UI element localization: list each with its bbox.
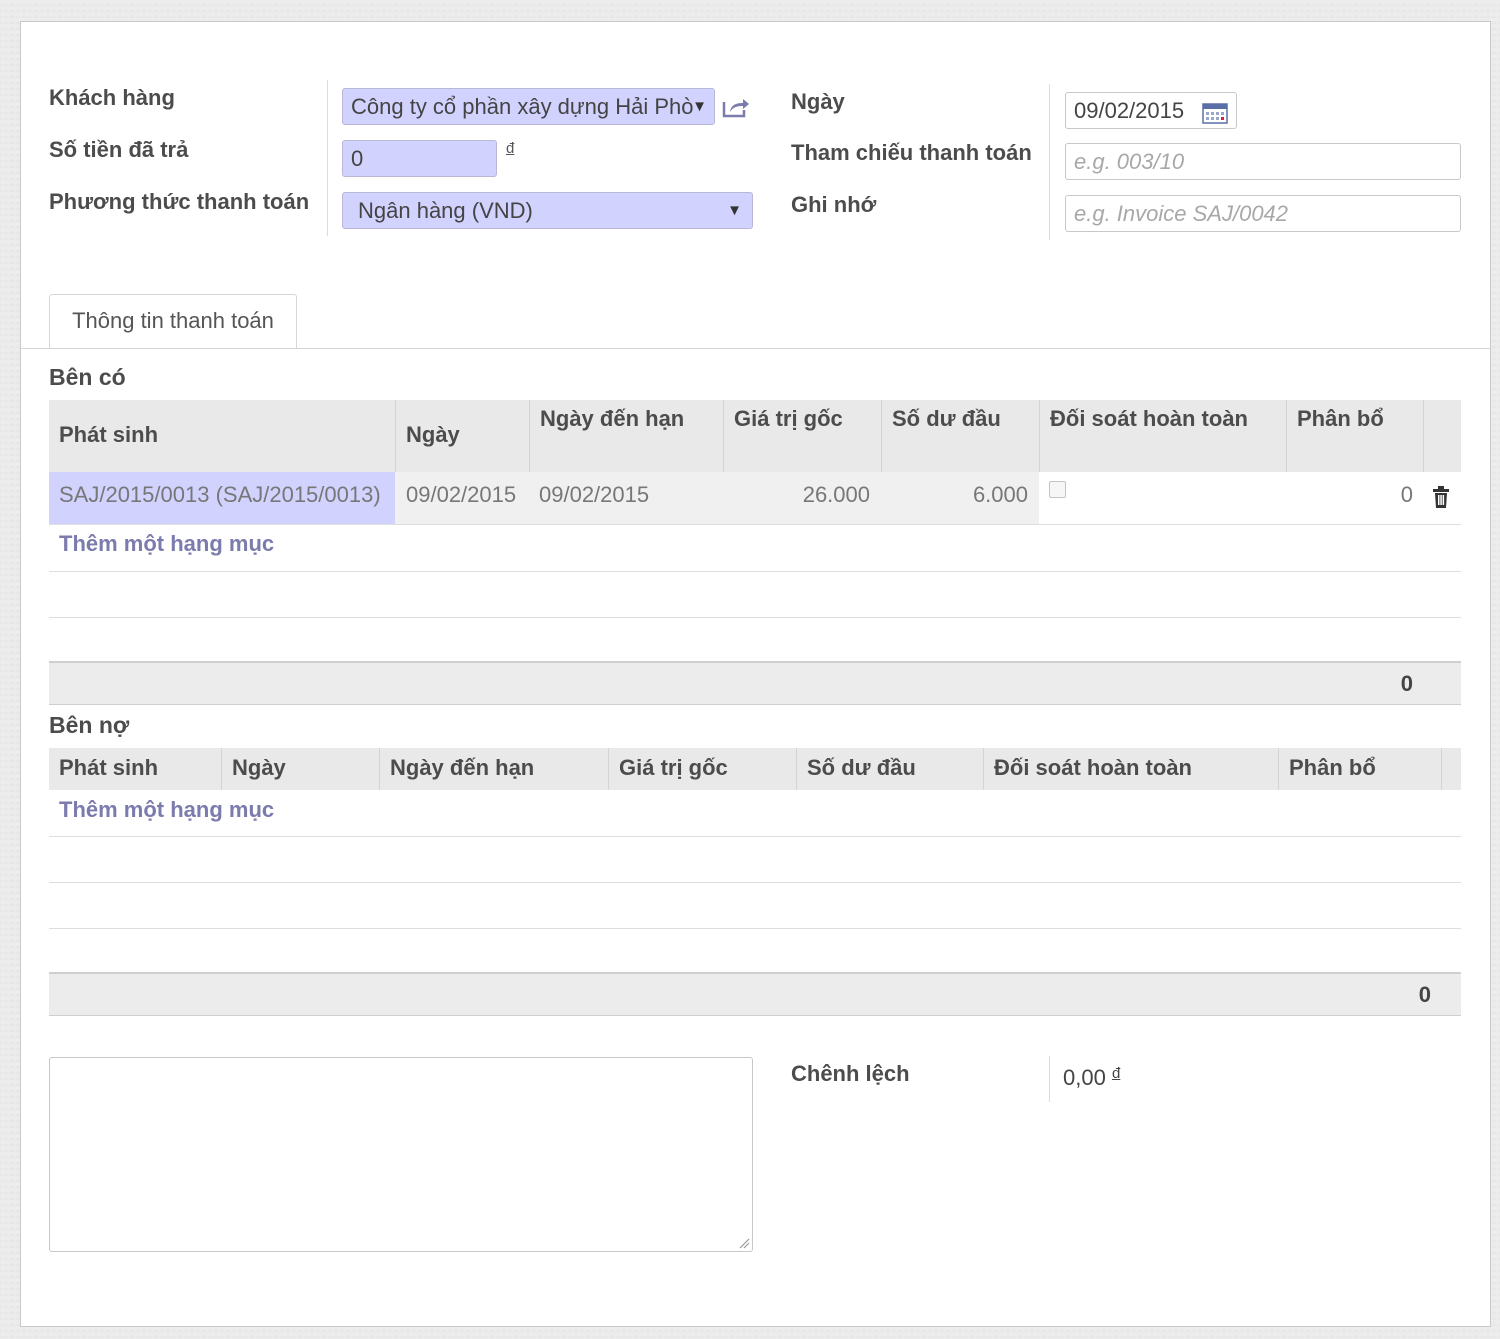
reference-input[interactable]: e.g. 003/10 <box>1065 143 1461 180</box>
row-divider <box>49 928 1461 929</box>
notes-textarea[interactable] <box>49 1057 753 1252</box>
tab-label: Thông tin thanh toán <box>72 308 274 333</box>
row-divider <box>49 882 1461 883</box>
tab-payment-info[interactable]: Thông tin thanh toán <box>49 294 297 348</box>
table-row[interactable]: SAJ/2015/0013 (SAJ/2015/0013) 09/02/2015… <box>49 472 1461 524</box>
column-header[interactable]: Phát sinh <box>49 748 222 790</box>
label-separator <box>1049 1056 1050 1102</box>
column-header[interactable]: Ngày <box>396 400 530 472</box>
amount-input[interactable]: 0 <box>342 140 497 177</box>
column-header[interactable]: Ngày đến hạn <box>380 748 609 790</box>
date-input[interactable]: 09/02/2015 <box>1065 92 1237 129</box>
column-header[interactable]: Ngày đến hạn <box>530 400 724 472</box>
add-credit-line-link[interactable]: Thêm một hạng mục <box>59 531 274 557</box>
column-header[interactable]: Số dư đầu <box>882 400 1040 472</box>
debits-title: Bên nợ <box>49 712 130 738</box>
column-header[interactable]: Phân bổ <box>1279 748 1442 790</box>
row-divider <box>49 571 1461 572</box>
customer-value: Công ty cổ phần xây dựng Hải Phò <box>351 94 694 119</box>
editable-cells-bg <box>1039 472 1461 524</box>
full-reconcile-checkbox[interactable] <box>1049 481 1066 498</box>
column-header[interactable]: Số dư đầu <box>797 748 984 790</box>
caret-down-icon[interactable]: ▼ <box>727 193 742 228</box>
credits-total: 0 <box>1400 671 1413 696</box>
difference-currency: đ <box>1111 1065 1121 1082</box>
credits-title: Bên có <box>49 364 126 390</box>
row-divider <box>49 524 1461 525</box>
reference-label: Tham chiếu thanh toán <box>791 140 1032 165</box>
table-header: Phát sinh Ngày Ngày đến hạn Giá trị gốc … <box>49 748 1461 790</box>
amount-label: Số tiền đã trả <box>49 137 189 162</box>
customer-label: Khách hàng <box>49 85 175 110</box>
debits-total-row: 0 <box>49 972 1461 1016</box>
payment-method-select[interactable]: Ngân hàng (VND) ▼ <box>342 192 753 229</box>
tab-divider <box>21 348 1490 349</box>
external-link-icon[interactable] <box>721 95 751 119</box>
move-cell[interactable]: SAJ/2015/0013 (SAJ/2015/0013) <box>59 482 381 508</box>
payment-method-label: Phương thức thanh toán <box>49 189 310 214</box>
difference-label: Chênh lệch <box>791 1061 910 1086</box>
trash-icon[interactable] <box>1432 486 1450 513</box>
row-divider <box>49 836 1461 837</box>
column-header[interactable]: Ngày <box>222 748 380 790</box>
calendar-icon[interactable] <box>1202 99 1228 128</box>
table-header: Phát sinh Ngày Ngày đến hạn Giá trị gốc … <box>49 400 1461 472</box>
allocation-cell[interactable]: 0 <box>1401 482 1413 508</box>
caret-down-icon[interactable]: ▼ <box>692 89 707 124</box>
due-date-cell: 09/02/2015 <box>539 482 650 507</box>
difference-value: 0,00 <box>1063 1065 1106 1090</box>
column-header-actions <box>1424 400 1461 472</box>
credits-total-row: 0 <box>49 661 1461 705</box>
memo-input[interactable]: e.g. Invoice SAJ/0042 <box>1065 195 1461 232</box>
column-header[interactable]: Đối soát hoàn toàn <box>984 748 1279 790</box>
column-header[interactable]: Đối soát hoàn toàn <box>1040 400 1287 472</box>
column-header[interactable]: Giá trị gốc <box>724 400 882 472</box>
date-value: 09/02/2015 <box>1074 98 1185 123</box>
date-label: Ngày <box>791 89 845 114</box>
resize-handle-icon[interactable] <box>738 1237 750 1249</box>
currency-symbol: đ <box>506 140 515 157</box>
difference-value-wrap: 0,00 đ <box>1063 1065 1120 1091</box>
payment-method-value: Ngân hàng (VND) <box>358 198 533 223</box>
column-header[interactable]: Phân bổ <box>1287 400 1424 472</box>
label-separator <box>1049 84 1050 240</box>
customer-select[interactable]: Công ty cổ phần xây dựng Hải Phò ▼ <box>342 88 715 125</box>
memo-placeholder: e.g. Invoice SAJ/0042 <box>1074 201 1289 226</box>
row-divider <box>49 617 1461 618</box>
column-header-actions <box>1442 748 1462 790</box>
original-amount-cell: 26.000 <box>802 482 870 507</box>
date-cell: 09/02/2015 <box>406 482 517 507</box>
open-balance-cell: 6.000 <box>972 482 1028 507</box>
add-debit-line-link[interactable]: Thêm một hạng mục <box>59 797 274 823</box>
memo-label: Ghi nhớ <box>791 192 877 217</box>
amount-value: 0 <box>351 146 364 171</box>
debits-total: 0 <box>1418 982 1431 1007</box>
reference-placeholder: e.g. 003/10 <box>1074 149 1185 174</box>
label-separator <box>327 80 328 236</box>
column-header[interactable]: Giá trị gốc <box>609 748 797 790</box>
column-header[interactable]: Phát sinh <box>49 400 396 472</box>
payment-form: Khách hàng Số tiền đã trả Phương thức th… <box>20 21 1491 1327</box>
